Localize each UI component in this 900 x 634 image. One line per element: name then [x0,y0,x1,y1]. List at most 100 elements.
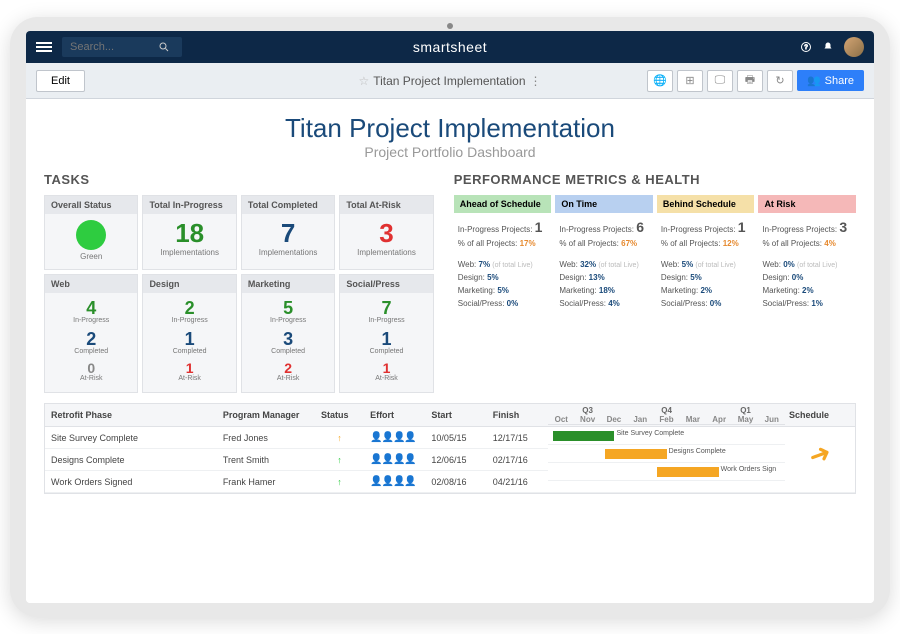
svg-text:?: ? [804,45,808,51]
refresh-icon[interactable]: ↻ [767,70,793,92]
task-card: Marketing 5 In-Progress 3 Completed 2 At… [241,274,335,393]
metric-breakdown: Design: 5% [661,273,751,282]
edit-button[interactable]: Edit [36,70,85,92]
metric-breakdown: Web: 32% (of total Live) [559,260,649,269]
task-card: Total Completed7Implementations [241,195,335,270]
search-box[interactable] [62,37,182,57]
th-status: Status [315,404,364,427]
gantt-month: Jun [759,415,785,424]
print-icon[interactable]: 🖶 [737,70,763,92]
menu-icon[interactable] [36,42,52,52]
cell-effort: 👤👤👤👤 [364,471,425,493]
gantt-month: Dec [601,415,627,424]
gantt-month: Apr [706,415,732,424]
atrisk-number: 0 [53,361,129,375]
gantt-month: Jan [627,415,653,424]
metric-inprog: In-Progress Projects: 1 [458,219,548,235]
search-input[interactable] [70,41,150,53]
task-sub-label: Implementations [151,248,227,257]
graph-icon[interactable]: ⊞ [677,70,703,92]
page-subtitle: Project Portfolio Dashboard [44,144,856,160]
th-pm: Program Manager [217,404,315,427]
task-card-header: Design [143,275,235,293]
cell-start: 10/05/15 [425,427,486,449]
task-card: Social/Press 7 In-Progress 1 Completed 1… [339,274,433,393]
inprog-number: 5 [250,299,326,317]
schedule-label: Schedule [785,406,855,425]
metric-breakdown: Web: 5% (of total Live) [661,260,751,269]
share-button[interactable]: 👥Share [797,70,864,91]
metric-breakdown: Social/Press: 4% [559,299,649,308]
completed-number: 1 [151,330,227,348]
task-sub-label: Implementations [348,248,424,257]
share-label: Share [825,75,854,87]
display-icon[interactable]: 🖵 [707,70,733,92]
table-row[interactable]: Site Survey Complete Fred Jones ↑ 👤👤👤👤 1… [45,427,855,449]
metric-header: At Risk [758,195,856,213]
atrisk-label: At-Risk [348,375,424,382]
cell-phase: Designs Complete [45,449,217,471]
metric-breakdown: Social/Press: 1% [762,299,852,308]
task-big-number: 7 [250,220,326,246]
task-card: Design 2 In-Progress 1 Completed 1 At-Ri… [142,274,236,393]
metric-pctall: % of all Projects: 17% [458,239,548,248]
cell-status: ↑ [315,427,364,449]
metric-breakdown: Design: 0% [762,273,852,282]
globe-icon[interactable]: 🌐 [647,70,673,92]
task-card: Total In-Progress18Implementations [142,195,236,270]
avatar[interactable] [844,37,864,57]
inprog-number: 4 [53,299,129,317]
inprog-number: 2 [151,299,227,317]
gantt-bar-label: Site Survey Complete [616,430,684,437]
task-big-number: 18 [151,220,227,246]
metric-breakdown: Web: 0% (of total Live) [762,260,852,269]
cell-effort: 👤👤👤👤 [364,449,425,471]
task-card-header: Marketing [242,275,334,293]
metric-inprog: In-Progress Projects: 1 [661,219,751,235]
gantt-bar-label: Work Orders Sign [721,466,777,473]
task-card: Overall StatusGreen [44,195,138,270]
cell-phase: Site Survey Complete [45,427,217,449]
completed-number: 1 [348,330,424,348]
help-icon[interactable]: ? [800,41,812,53]
cell-start: 02/08/16 [425,471,486,493]
th-effort: Effort [364,404,425,427]
status-circle [76,220,106,250]
task-card-header: Overall Status [45,196,137,214]
metric-header: On Time [555,195,653,213]
sheet-name: ☆ Titan Project Implementation ⋮ [358,74,541,88]
metric-column: At RiskIn-Progress Projects: 3 % of all … [758,195,856,318]
completed-label: Completed [151,348,227,355]
task-card: Web 4 In-Progress 2 Completed 0 At-Risk [44,274,138,393]
gantt-month: Oct [548,415,574,424]
inprog-label: In-Progress [151,317,227,324]
completed-label: Completed [53,348,129,355]
metric-breakdown: Design: 13% [559,273,649,282]
inprog-label: In-Progress [348,317,424,324]
metric-column: On TimeIn-Progress Projects: 6 % of all … [555,195,653,318]
completed-number: 3 [250,330,326,348]
task-card-header: Social/Press [340,275,432,293]
task-card: Total At-Risk3Implementations [339,195,433,270]
task-card-header: Web [45,275,137,293]
metric-header: Behind Schedule [657,195,755,213]
gantt-month: Mar [680,415,706,424]
metric-breakdown: Marketing: 2% [661,286,751,295]
gantt-month: Nov [574,415,600,424]
schedule-arrow-icon: ➜ [804,436,835,473]
atrisk-label: At-Risk [250,375,326,382]
gantt-month: Feb [653,415,679,424]
metric-breakdown: Marketing: 18% [559,286,649,295]
gantt-bar [657,467,719,477]
bell-icon[interactable] [822,41,834,53]
cell-pm: Fred Jones [217,427,315,449]
atrisk-number: 2 [250,361,326,375]
cell-pm: Frank Hamer [217,471,315,493]
metric-pctall: % of all Projects: 67% [559,239,649,248]
gantt-quarter: Q4 [627,406,706,415]
cell-status: ↑ [315,471,364,493]
metric-inprog: In-Progress Projects: 3 [762,219,852,235]
inprog-label: In-Progress [53,317,129,324]
metric-breakdown: Web: 7% (of total Live) [458,260,548,269]
atrisk-label: At-Risk [53,375,129,382]
